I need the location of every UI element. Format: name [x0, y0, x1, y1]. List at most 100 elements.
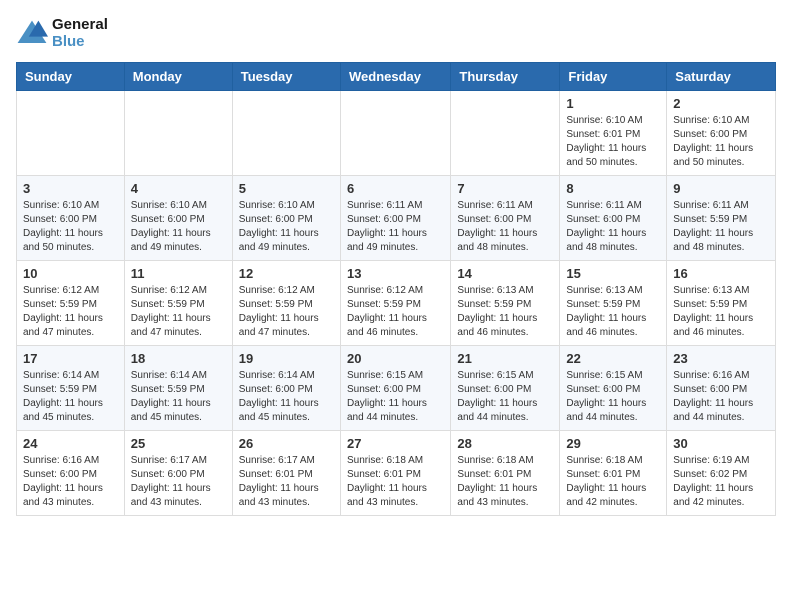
day-info: Sunrise: 6:11 AM Sunset: 6:00 PM Dayligh… [457, 199, 553, 255]
calendar-week-5: 24Sunrise: 6:16 AM Sunset: 6:00 PM Dayli… [17, 431, 776, 516]
day-info: Sunrise: 6:19 AM Sunset: 6:02 PM Dayligh… [673, 454, 769, 510]
calendar-cell: 3 Sunrise: 6:10 AM Sunset: 6:00 PM Daylig… [17, 176, 125, 261]
day-info: Sunrise: 6:16 AM Sunset: 6:00 PM Dayligh… [673, 369, 769, 425]
calendar-cell [340, 91, 450, 176]
calendar-cell: 24Sunrise: 6:16 AM Sunset: 6:00 PM Dayli… [17, 431, 125, 516]
calendar-cell: 16 Sunrise: 6:13 AM Sunset: 5:59 PM Dayli… [667, 261, 776, 346]
day-info: Sunrise: 6:12 AM Sunset: 5:59 PM Dayligh… [131, 284, 226, 340]
calendar-week-3: 10 Sunrise: 6:12 AM Sunset: 5:59 PM Dayli… [17, 261, 776, 346]
weekday-header-wednesday: Wednesday [340, 63, 450, 91]
calendar-week-4: 17 Sunrise: 6:14 AM Sunset: 5:59 PM Dayli… [17, 346, 776, 431]
day-number: 28 [457, 436, 553, 451]
calendar-header: SundayMondayTuesdayWednesdayThursdayFrid… [17, 63, 776, 91]
day-info: Sunrise: 6:12 AM Sunset: 5:59 PM Dayligh… [239, 284, 334, 340]
weekday-header-friday: Friday [560, 63, 667, 91]
day-number: 10 [23, 266, 118, 281]
calendar-cell: 22Sunrise: 6:15 AM Sunset: 6:00 PM Dayli… [560, 346, 667, 431]
day-info: Sunrise: 6:12 AM Sunset: 5:59 PM Dayligh… [23, 284, 118, 340]
day-info: Sunrise: 6:18 AM Sunset: 6:01 PM Dayligh… [347, 454, 444, 510]
day-number: 15 [566, 266, 660, 281]
day-number: 6 [347, 181, 444, 196]
day-info: Sunrise: 6:11 AM Sunset: 5:59 PM Dayligh… [673, 199, 769, 255]
calendar-cell: 7 Sunrise: 6:11 AM Sunset: 6:00 PM Daylig… [451, 176, 560, 261]
calendar-cell: 29 Sunrise: 6:18 AM Sunset: 6:01 PM Dayli… [560, 431, 667, 516]
day-info: Sunrise: 6:17 AM Sunset: 6:00 PM Dayligh… [131, 454, 226, 510]
day-number: 26 [239, 436, 334, 451]
day-info: Sunrise: 6:11 AM Sunset: 6:00 PM Dayligh… [566, 199, 660, 255]
calendar-cell [17, 91, 125, 176]
calendar-cell: 5Sunrise: 6:10 AM Sunset: 6:00 PM Daylig… [232, 176, 340, 261]
calendar-cell: 14 Sunrise: 6:13 AM Sunset: 5:59 PM Dayli… [451, 261, 560, 346]
day-info: Sunrise: 6:18 AM Sunset: 6:01 PM Dayligh… [566, 454, 660, 510]
logo-text: General Blue [52, 16, 108, 50]
calendar-cell: 1 Sunrise: 6:10 AM Sunset: 6:01 PM Daylig… [560, 91, 667, 176]
day-info: Sunrise: 6:11 AM Sunset: 6:00 PM Dayligh… [347, 199, 444, 255]
page-header: General Blue [16, 16, 776, 50]
day-number: 13 [347, 266, 444, 281]
day-info: Sunrise: 6:10 AM Sunset: 6:00 PM Dayligh… [239, 199, 334, 255]
day-info: Sunrise: 6:17 AM Sunset: 6:01 PM Dayligh… [239, 454, 334, 510]
calendar-cell: 23 Sunrise: 6:16 AM Sunset: 6:00 PM Dayli… [667, 346, 776, 431]
calendar-cell: 10 Sunrise: 6:12 AM Sunset: 5:59 PM Dayli… [17, 261, 125, 346]
weekday-header-thursday: Thursday [451, 63, 560, 91]
day-info: Sunrise: 6:13 AM Sunset: 5:59 PM Dayligh… [457, 284, 553, 340]
day-number: 3 [23, 181, 118, 196]
day-number: 1 [566, 96, 660, 111]
weekday-header-sunday: Sunday [17, 63, 125, 91]
day-number: 20 [347, 351, 444, 366]
day-number: 22 [566, 351, 660, 366]
weekday-header-saturday: Saturday [667, 63, 776, 91]
day-number: 24 [23, 436, 118, 451]
calendar-cell: 2 Sunrise: 6:10 AM Sunset: 6:00 PM Daylig… [667, 91, 776, 176]
calendar-cell: 13 Sunrise: 6:12 AM Sunset: 5:59 PM Dayli… [340, 261, 450, 346]
calendar-cell: 12 Sunrise: 6:12 AM Sunset: 5:59 PM Dayli… [232, 261, 340, 346]
calendar-cell: 25 Sunrise: 6:17 AM Sunset: 6:00 PM Dayli… [124, 431, 232, 516]
day-info: Sunrise: 6:14 AM Sunset: 5:59 PM Dayligh… [23, 369, 118, 425]
calendar-cell: 9 Sunrise: 6:11 AM Sunset: 5:59 PM Daylig… [667, 176, 776, 261]
day-number: 27 [347, 436, 444, 451]
calendar-cell: 21 Sunrise: 6:15 AM Sunset: 6:00 PM Dayli… [451, 346, 560, 431]
day-number: 30 [673, 436, 769, 451]
day-number: 14 [457, 266, 553, 281]
day-number: 17 [23, 351, 118, 366]
day-info: Sunrise: 6:15 AM Sunset: 6:00 PM Dayligh… [457, 369, 553, 425]
day-info: Sunrise: 6:18 AM Sunset: 6:01 PM Dayligh… [457, 454, 553, 510]
day-info: Sunrise: 6:10 AM Sunset: 6:00 PM Dayligh… [23, 199, 118, 255]
calendar-cell: 30 Sunrise: 6:19 AM Sunset: 6:02 PM Dayli… [667, 431, 776, 516]
calendar-cell: 4Sunrise: 6:10 AM Sunset: 6:00 PM Daylig… [124, 176, 232, 261]
calendar-cell [124, 91, 232, 176]
day-number: 12 [239, 266, 334, 281]
calendar-cell: 17 Sunrise: 6:14 AM Sunset: 5:59 PM Dayli… [17, 346, 125, 431]
day-number: 25 [131, 436, 226, 451]
day-number: 16 [673, 266, 769, 281]
day-number: 29 [566, 436, 660, 451]
logo: General Blue [16, 16, 108, 50]
day-number: 2 [673, 96, 769, 111]
calendar-cell: 27 Sunrise: 6:18 AM Sunset: 6:01 PM Dayli… [340, 431, 450, 516]
day-info: Sunrise: 6:10 AM Sunset: 6:01 PM Dayligh… [566, 114, 660, 170]
day-info: Sunrise: 6:12 AM Sunset: 5:59 PM Dayligh… [347, 284, 444, 340]
day-number: 7 [457, 181, 553, 196]
calendar-week-2: 3 Sunrise: 6:10 AM Sunset: 6:00 PM Daylig… [17, 176, 776, 261]
day-info: Sunrise: 6:14 AM Sunset: 6:00 PM Dayligh… [239, 369, 334, 425]
day-number: 11 [131, 266, 226, 281]
day-number: 18 [131, 351, 226, 366]
day-info: Sunrise: 6:15 AM Sunset: 6:00 PM Dayligh… [347, 369, 444, 425]
day-number: 9 [673, 181, 769, 196]
calendar-cell: 26 Sunrise: 6:17 AM Sunset: 6:01 PM Dayli… [232, 431, 340, 516]
day-number: 19 [239, 351, 334, 366]
calendar-cell: 15 Sunrise: 6:13 AM Sunset: 5:59 PM Dayli… [560, 261, 667, 346]
calendar-cell: 8Sunrise: 6:11 AM Sunset: 6:00 PM Daylig… [560, 176, 667, 261]
day-info: Sunrise: 6:14 AM Sunset: 5:59 PM Dayligh… [131, 369, 226, 425]
calendar-cell: 6 Sunrise: 6:11 AM Sunset: 6:00 PM Daylig… [340, 176, 450, 261]
calendar-cell: 11 Sunrise: 6:12 AM Sunset: 5:59 PM Dayli… [124, 261, 232, 346]
calendar-week-1: 1 Sunrise: 6:10 AM Sunset: 6:01 PM Daylig… [17, 91, 776, 176]
day-number: 23 [673, 351, 769, 366]
weekday-header-monday: Monday [124, 63, 232, 91]
day-info: Sunrise: 6:13 AM Sunset: 5:59 PM Dayligh… [673, 284, 769, 340]
day-info: Sunrise: 6:13 AM Sunset: 5:59 PM Dayligh… [566, 284, 660, 340]
day-info: Sunrise: 6:10 AM Sunset: 6:00 PM Dayligh… [673, 114, 769, 170]
day-number: 21 [457, 351, 553, 366]
day-number: 4 [131, 181, 226, 196]
calendar-cell [232, 91, 340, 176]
